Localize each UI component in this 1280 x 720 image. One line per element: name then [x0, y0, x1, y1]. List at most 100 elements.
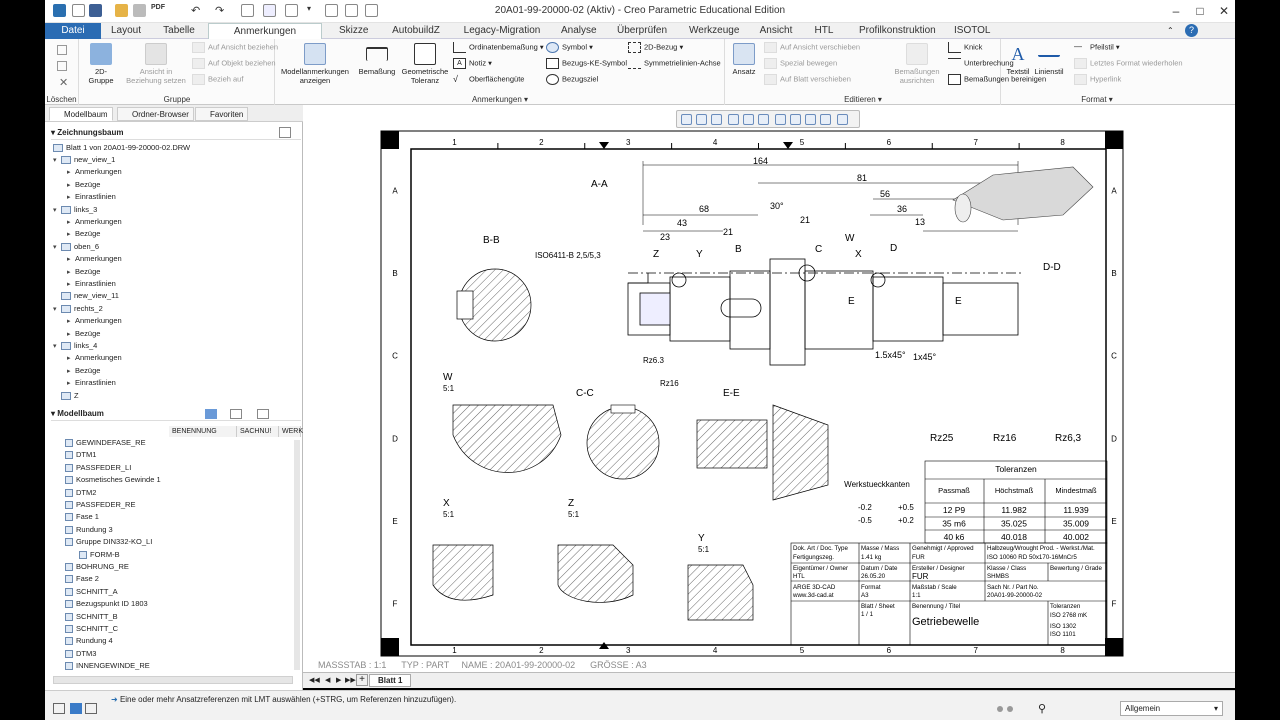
model-item[interactable]: SCHNITT_C [65, 624, 118, 634]
expand-icon[interactable]: ▸ [67, 330, 75, 340]
model-item[interactable]: SCHNITT_A [65, 587, 118, 597]
tab-ueberpruefen[interactable]: Überprüfen [611, 23, 671, 39]
modellanmerkungen-button[interactable]: Modellanmerkungen anzeigen [278, 43, 352, 85]
bezugsziel-button[interactable]: Bezugsziel [546, 74, 598, 85]
model-item[interactable]: DTM3 [65, 649, 96, 659]
expand-icon[interactable]: ▸ [67, 379, 75, 389]
expand-icon[interactable]: ▸ [67, 280, 75, 290]
auf-ansicht-verschieben-button[interactable]: Auf Ansicht verschieben [764, 42, 860, 53]
tree-child-einrastlinien[interactable]: ▸ Einrastlinien [67, 378, 116, 389]
tree-child-bezüge[interactable]: ▸ Bezüge [67, 329, 100, 340]
expand-icon[interactable]: ▸ [67, 317, 75, 327]
add-sheet-icon[interactable]: + [356, 674, 368, 686]
col-werkstoff[interactable]: WERKS [279, 426, 308, 437]
expand-icon[interactable]: ▸ [67, 354, 75, 364]
expand-icon[interactable]: ▾ [53, 342, 61, 352]
tab-anmerkungen-erstellen[interactable]: Anmerkungen erstellen [208, 23, 322, 52]
fullscreen-icon[interactable] [85, 703, 97, 714]
model-item[interactable]: Fase 1 [65, 512, 99, 522]
oberflaechenguete-button[interactable]: √ Oberflächengüte [453, 74, 524, 85]
expand-icon[interactable]: ▾ [53, 243, 61, 253]
selection-filter-dropdown[interactable]: Allgemein ▾ [1120, 701, 1223, 716]
expand-icon[interactable]: ▸ [67, 230, 75, 240]
tree-columns-icon[interactable] [230, 409, 242, 419]
model-item[interactable]: Fase 2 [65, 574, 99, 584]
model-item[interactable]: Bezugspunkt ID 1803 [65, 599, 148, 609]
tree-view-links_4[interactable]: ▾ links_4 [53, 341, 97, 352]
bezug-2d-button[interactable]: 2D-Bezug ▾ [628, 42, 683, 53]
tree-view-new_view_1[interactable]: ▾ new_view_1 [53, 155, 115, 166]
model-item[interactable]: PASSFEDER_LI [65, 463, 131, 473]
ansicht-in-beziehung-button[interactable]: Ansicht in Beziehung setzen [124, 43, 188, 85]
bemassungen-ausrichten-button[interactable]: Bemaßungen ausrichten [890, 43, 944, 85]
tree-child-anmerkungen[interactable]: ▸ Anmerkungen [67, 217, 122, 228]
auf-blatt-verschieben-button[interactable]: Auf Blatt verschieben [764, 74, 851, 85]
help-icon[interactable]: ? [1185, 24, 1198, 37]
model-item[interactable]: DTM2 [65, 488, 96, 498]
model-item[interactable]: SCHNITT_B [65, 612, 118, 622]
hyperlink-button[interactable]: Hyperlink [1074, 74, 1121, 85]
tab-tabelle[interactable]: Tabelle [157, 23, 201, 39]
settings-icon[interactable] [279, 127, 291, 138]
select-icon[interactable] [57, 45, 67, 55]
tab-htl[interactable]: HTL [807, 23, 841, 39]
knick-button[interactable]: Knick [948, 42, 982, 53]
col-sachnummer[interactable]: SACHNU! [237, 426, 279, 437]
next-sheet-icon[interactable]: ▶ [336, 676, 341, 684]
expand-icon[interactable]: ▸ [67, 181, 75, 191]
sheet-tab-1[interactable]: Blatt 1 [369, 674, 412, 687]
tab-legacy-migration[interactable]: Legacy-Migration [457, 23, 547, 39]
tab-analyse[interactable]: Analyse [555, 23, 599, 39]
scrollbar-horizontal[interactable] [53, 676, 293, 684]
minimize-button[interactable]: – [1165, 2, 1187, 20]
tab-favoriten[interactable]: Favoriten [195, 107, 249, 121]
tab-layout[interactable]: Layout [105, 23, 147, 39]
model-item[interactable]: FORM-B [79, 550, 120, 560]
tree-blatt[interactable]: Blatt 1 von 20A01-99-20000-02.DRW [53, 143, 190, 153]
model-item[interactable]: PASSFEDER_RE [65, 500, 135, 510]
ansatz-button[interactable]: Ansatz [728, 43, 760, 76]
textstil-button[interactable]: A Textstil [1004, 43, 1032, 76]
model-item[interactable]: INNENGEWINDE_RE [65, 661, 150, 671]
notiz-button[interactable]: A Notiz ▾ [453, 58, 492, 69]
tab-ansicht[interactable]: Ansicht [753, 23, 799, 39]
pfeilstil-button[interactable]: — Pfeilstil ▾ [1074, 42, 1120, 53]
tree-child-bezüge[interactable]: ▸ Bezüge [67, 229, 100, 240]
model-item[interactable]: Rundung 3 [65, 525, 113, 535]
tree-filter-icon[interactable] [205, 409, 217, 419]
close-button[interactable]: ✕ [1213, 2, 1235, 20]
tree-view-Z[interactable]: Z [53, 391, 79, 401]
tree-view-oben_6[interactable]: ▾ oben_6 [53, 242, 99, 253]
expand-icon[interactable]: ▸ [67, 367, 75, 377]
expand-icon[interactable]: ▾ [53, 156, 61, 166]
delete-icon[interactable]: ✕ [59, 76, 68, 89]
gruppe-2d-button[interactable]: 2D- Gruppe [86, 43, 116, 85]
first-sheet-icon[interactable]: ◀◀ [309, 676, 320, 684]
auf-objekt-beziehen-button[interactable]: Auf Objekt beziehen [192, 58, 276, 69]
tree-child-einrastlinien[interactable]: ▸ Einrastlinien [67, 279, 116, 290]
tree-settings-icon[interactable] [257, 409, 269, 419]
maximize-button[interactable]: □ [1189, 2, 1211, 20]
bezieh-auf-button[interactable]: Bezieh auf [192, 74, 243, 85]
tab-ordner-browser[interactable]: Ordner-Browser [117, 107, 194, 121]
tree-child-einrastlinien[interactable]: ▸ Einrastlinien [67, 192, 116, 203]
model-item[interactable]: GEWINDEFASE_RE [65, 438, 146, 448]
browser-toggle-icon[interactable] [70, 703, 82, 714]
tab-autobuildz[interactable]: AutobuildZ [385, 23, 447, 39]
tree-child-anmerkungen[interactable]: ▸ Anmerkungen [67, 254, 122, 265]
spezial-bewegen-button[interactable]: Spezial bewegen [764, 58, 837, 69]
model-item[interactable]: BOHRUNG_RE [65, 562, 129, 572]
tab-isotol[interactable]: ISOTOL [948, 23, 992, 39]
tab-modellbaum[interactable]: Modellbaum [49, 107, 113, 121]
model-item[interactable]: Gruppe DIN332-KO_LI [65, 537, 152, 547]
tree-view-links_3[interactable]: ▾ links_3 [53, 205, 97, 216]
expand-icon[interactable]: ▸ [67, 255, 75, 265]
tree-child-anmerkungen[interactable]: ▸ Anmerkungen [67, 353, 122, 364]
tree-child-anmerkungen[interactable]: ▸ Anmerkungen [67, 167, 122, 178]
ordinatenbemassung-button[interactable]: Ordinatenbemaßung ▾ [453, 42, 544, 53]
expand-icon[interactable]: ▸ [67, 193, 75, 203]
find-icon[interactable]: ⚲ [1038, 702, 1046, 715]
tree-view-rechts_2[interactable]: ▾ rechts_2 [53, 304, 103, 315]
tree-child-anmerkungen[interactable]: ▸ Anmerkungen [67, 316, 122, 327]
navigator-toggle-icon[interactable] [53, 703, 65, 714]
